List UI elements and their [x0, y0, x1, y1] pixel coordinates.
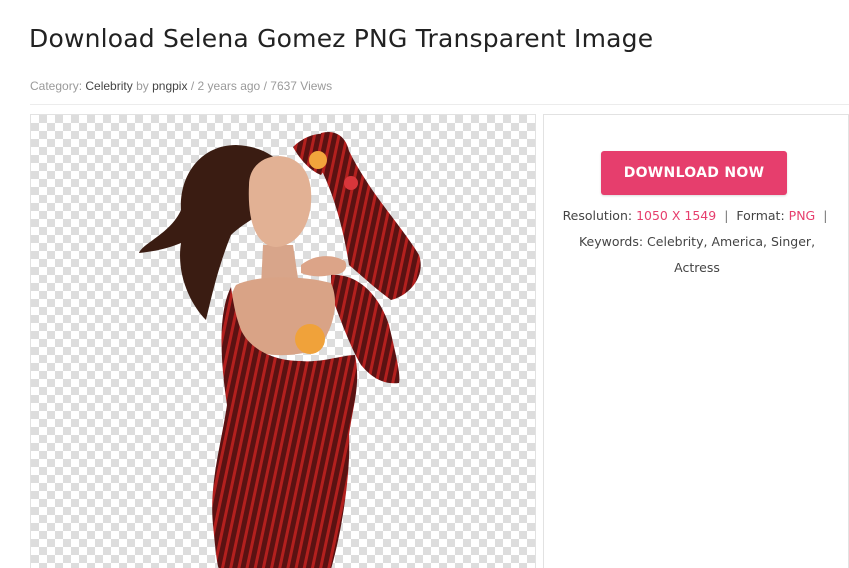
- by-label: by: [136, 79, 149, 93]
- category-label: Category:: [30, 79, 83, 93]
- keyword-link[interactable]: Celebrity: [647, 234, 703, 249]
- keyword-link[interactable]: America: [711, 234, 763, 249]
- meta-separator: /: [190, 79, 195, 93]
- post-age: 2 years ago: [197, 79, 261, 93]
- image-details: Resolution: 1050 X 1549 | Format: PNG | …: [558, 203, 836, 281]
- rose-chest: [295, 324, 325, 354]
- details-line-1: Resolution: 1050 X 1549 | Format: PNG |: [558, 203, 836, 229]
- details-line-2: Keywords: Celebrity, America, Singer,: [578, 234, 816, 249]
- post-meta: Category: Celebrity by pngpix / 2 years …: [30, 79, 332, 93]
- keywords-label: Keywords:: [578, 234, 644, 249]
- person-figure: [139, 131, 421, 568]
- page-title: Download Selena Gomez PNG Transparent Im…: [29, 24, 654, 53]
- rose-sleeve: [344, 176, 358, 190]
- details-divider: |: [724, 208, 729, 223]
- rose-hand: [309, 151, 327, 169]
- view-count: 7637 Views: [270, 79, 333, 93]
- format-value: PNG: [788, 208, 816, 223]
- resolution-value: 1050 X 1549: [636, 208, 717, 223]
- header-divider: [30, 104, 849, 105]
- keyword-link[interactable]: Actress: [674, 260, 720, 275]
- image-preview[interactable]: [30, 114, 536, 568]
- meta-separator: /: [263, 79, 267, 93]
- download-now-button[interactable]: DOWNLOAD NOW: [601, 151, 787, 195]
- resolution-label: Resolution:: [562, 208, 633, 223]
- category-link[interactable]: Celebrity: [85, 79, 132, 93]
- hand: [301, 256, 347, 277]
- author-link[interactable]: pngpix: [152, 79, 187, 93]
- format-label: Format:: [736, 208, 785, 223]
- details-divider: |: [823, 208, 828, 223]
- download-info-panel: DOWNLOAD NOW Resolution: 1050 X 1549 | F…: [543, 114, 849, 568]
- face: [248, 156, 312, 247]
- details-line-3: Actress: [558, 255, 836, 281]
- keyword-link[interactable]: Singer: [771, 234, 811, 249]
